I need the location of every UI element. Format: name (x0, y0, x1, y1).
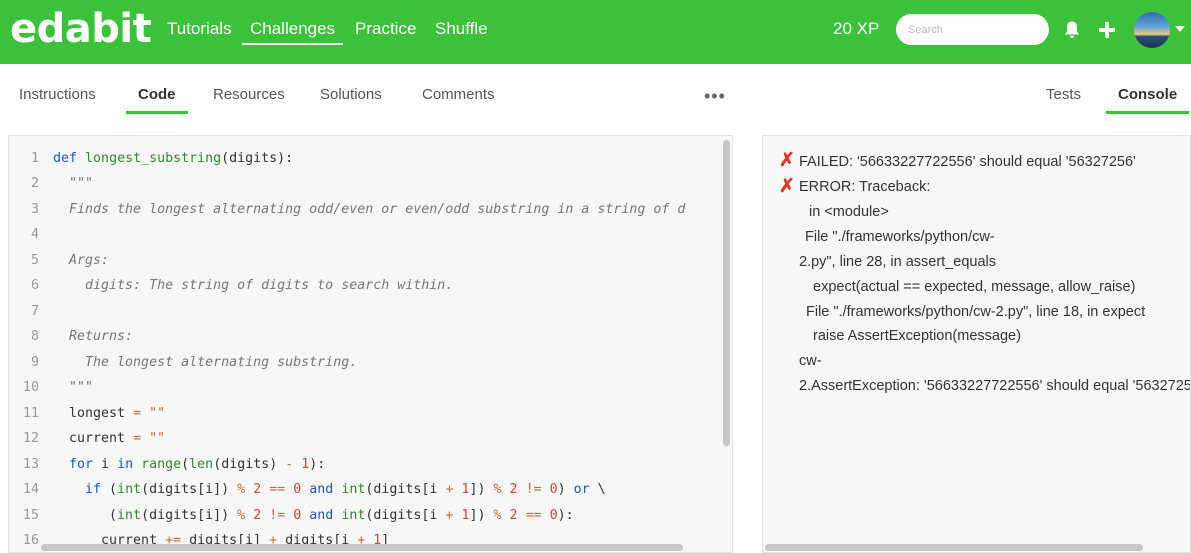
x-mark-icon: ✗ (779, 150, 795, 171)
line-number: 8 (30, 329, 39, 344)
line-number: 5 (30, 253, 39, 268)
editor-vertical-scrollbar[interactable] (723, 140, 730, 446)
editor-horizontal-scrollbar[interactable] (41, 544, 683, 551)
line-number: 7 (30, 304, 39, 319)
line-number: 15 (22, 508, 39, 523)
tab-tests[interactable]: Tests (1046, 86, 1081, 103)
bell-icon[interactable] (1063, 20, 1081, 40)
line-number: 3 (30, 202, 39, 217)
line-number: 12 (22, 431, 39, 446)
console-line-error: ERROR: Traceback: (799, 179, 931, 195)
code-line: 11 longest = "" (9, 401, 732, 426)
console-line: File "./frameworks/python/cw-2.py", line… (806, 304, 1146, 320)
tab-code[interactable]: Code (126, 86, 188, 114)
nav-link-tutorials[interactable]: Tutorials (167, 19, 232, 39)
console-line: 2.py", line 28, in assert_equals (799, 254, 996, 270)
console-horizontal-scrollbar[interactable] (765, 544, 1143, 551)
code-line: 12 current = "" (9, 426, 732, 451)
code-line: 4 (9, 222, 732, 247)
nav-link-challenges[interactable]: Challenges (242, 19, 344, 45)
code-line: 2 """ (9, 171, 732, 196)
console-line: 2.AssertException: '56633227722556' shou… (799, 378, 1191, 394)
code-line: 3 Finds the longest alternating odd/even… (9, 197, 732, 222)
console-line: File "./frameworks/python/cw- (805, 229, 995, 245)
code-line: 1 def longest_substring(digits): (9, 146, 732, 171)
code-line: 9 The longest alternating substring. (9, 350, 732, 375)
line-number: 14 (22, 482, 39, 497)
line-number: 11 (22, 406, 39, 421)
console-line: cw- (799, 353, 822, 369)
console-line: raise AssertException(message) (813, 328, 1021, 344)
code-line: 14 if (int(digits[i]) % 2 == 0 and int(d… (9, 477, 732, 502)
code-line: 5 Args: (9, 248, 732, 273)
line-number: 13 (22, 457, 39, 472)
console-line: in <module> (809, 204, 889, 220)
plus-icon[interactable] (1098, 21, 1116, 39)
line-number: 6 (30, 278, 39, 293)
tab-solutions[interactable]: Solutions (320, 86, 382, 103)
chevron-down-icon[interactable] (1175, 26, 1185, 32)
line-number: 4 (30, 227, 39, 242)
edabit-logo[interactable]: edabit (10, 6, 152, 52)
line-number: 9 (30, 355, 39, 370)
code-line: 7 (9, 299, 732, 324)
user-avatar[interactable] (1134, 12, 1170, 48)
nav-link-practice[interactable]: Practice (355, 19, 416, 39)
code-line: 15 (int(digits[i]) % 2 != 0 and int(digi… (9, 503, 732, 528)
code-line: 13 for i in range(len(digits) - 1): (9, 452, 732, 477)
line-number: 1 (30, 151, 39, 166)
tab-comments[interactable]: Comments (422, 86, 495, 103)
code-editor[interactable]: 1 def longest_substring(digits): 2 """ 3 … (8, 135, 733, 553)
code-line: 6 digits: The string of digits to search… (9, 273, 732, 298)
line-number: 10 (22, 380, 39, 395)
console-line-failed: FAILED: '56633227722556' should equal '5… (799, 154, 1136, 170)
code-line: 10 """ (9, 375, 732, 400)
line-number: 2 (30, 176, 39, 191)
top-navbar: edabit Tutorials Challenges Practice Shu… (0, 0, 1191, 64)
xp-counter: 20 XP (833, 19, 880, 38)
tab-resources[interactable]: Resources (213, 86, 285, 103)
console-output: ✗ FAILED: '56633227722556' should equal … (762, 135, 1191, 553)
code-line: 8 Returns: (9, 324, 732, 349)
console-line: expect(actual == expected, message, allo… (813, 279, 1136, 295)
line-number: 16 (22, 533, 39, 548)
x-mark-icon: ✗ (779, 176, 795, 197)
search-input[interactable] (896, 14, 1049, 45)
tab-console[interactable]: Console (1106, 86, 1190, 114)
more-dots-icon[interactable]: ••• (704, 86, 726, 107)
nav-link-shuffle[interactable]: Shuffle (435, 19, 488, 39)
tab-instructions[interactable]: Instructions (19, 86, 96, 103)
